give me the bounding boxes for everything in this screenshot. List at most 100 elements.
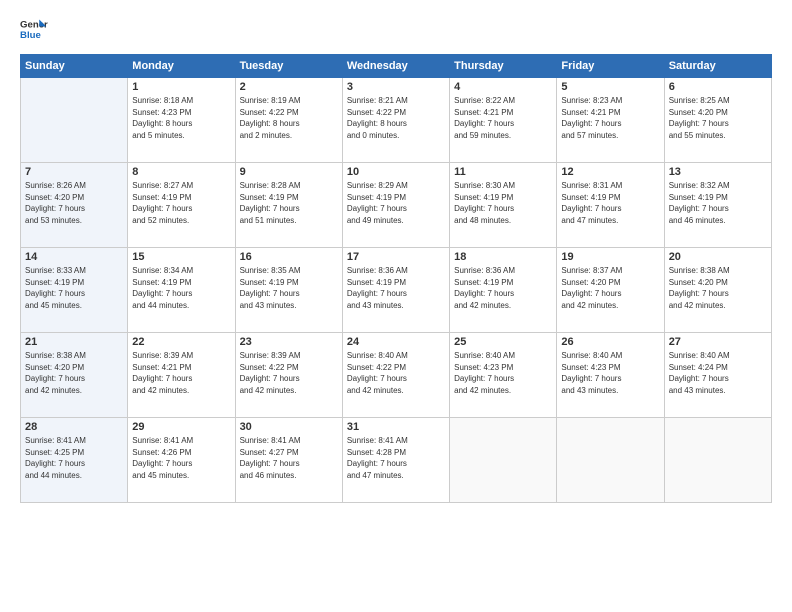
calendar-cell: 12Sunrise: 8:31 AMSunset: 4:19 PMDayligh… <box>557 163 664 248</box>
calendar-day-header: Friday <box>557 55 664 78</box>
cell-info: Sunrise: 8:39 AMSunset: 4:22 PMDaylight:… <box>240 350 338 396</box>
calendar-cell: 6Sunrise: 8:25 AMSunset: 4:20 PMDaylight… <box>664 78 771 163</box>
svg-text:Blue: Blue <box>20 30 41 41</box>
calendar-day-header: Wednesday <box>342 55 449 78</box>
cell-info: Sunrise: 8:33 AMSunset: 4:19 PMDaylight:… <box>25 265 123 311</box>
page-header: GeneralBlue <box>20 16 772 44</box>
calendar-day-header: Saturday <box>664 55 771 78</box>
day-number: 30 <box>240 421 338 433</box>
calendar-cell: 3 Sunrise: 8:21 AMSunset: 4:22 PMDaylight… <box>342 78 449 163</box>
cell-info: Sunrise: 8:31 AMSunset: 4:19 PMDaylight:… <box>561 180 659 226</box>
cell-info: Sunrise: 8:36 AMSunset: 4:19 PMDaylight:… <box>454 265 552 311</box>
day-number: 4 <box>454 81 552 93</box>
calendar-cell: 17Sunrise: 8:36 AMSunset: 4:19 PMDayligh… <box>342 248 449 333</box>
calendar-week-row: 21Sunrise: 8:38 AMSunset: 4:20 PMDayligh… <box>21 333 772 418</box>
day-number: 1 <box>132 81 230 93</box>
calendar-cell: 11 Sunrise: 8:30 AMSunset: 4:19 PMDayligh… <box>450 163 557 248</box>
calendar-cell: 23 Sunrise: 8:39 AMSunset: 4:22 PMDayligh… <box>235 333 342 418</box>
day-number: 6 <box>669 81 767 93</box>
calendar-table: SundayMondayTuesdayWednesdayThursdayFrid… <box>20 54 772 503</box>
calendar-cell <box>557 418 664 503</box>
cell-info: Sunrise: 8:22 AMSunset: 4:21 PMDaylight:… <box>454 95 552 141</box>
calendar-cell: 30Sunrise: 8:41 AMSunset: 4:27 PMDayligh… <box>235 418 342 503</box>
cell-info: Sunrise: 8:21 AMSunset: 4:22 PMDaylight:… <box>347 95 445 141</box>
cell-info: Sunrise: 8:34 AMSunset: 4:19 PMDaylight:… <box>132 265 230 311</box>
day-number: 25 <box>454 336 552 348</box>
cell-info: Sunrise: 8:41 AMSunset: 4:28 PMDaylight:… <box>347 435 445 481</box>
calendar-header-row: SundayMondayTuesdayWednesdayThursdayFrid… <box>21 55 772 78</box>
calendar-week-row: 1 Sunrise: 8:18 AMSunset: 4:23 PMDaylight… <box>21 78 772 163</box>
calendar-cell: 20 Sunrise: 8:38 AMSunset: 4:20 PMDayligh… <box>664 248 771 333</box>
calendar-cell: 1 Sunrise: 8:18 AMSunset: 4:23 PMDaylight… <box>128 78 235 163</box>
cell-info: Sunrise: 8:19 AMSunset: 4:22 PMDaylight:… <box>240 95 338 141</box>
calendar-cell: 2 Sunrise: 8:19 AMSunset: 4:22 PMDaylight… <box>235 78 342 163</box>
day-number: 7 <box>25 166 123 178</box>
day-number: 24 <box>347 336 445 348</box>
cell-info: Sunrise: 8:40 AMSunset: 4:22 PMDaylight:… <box>347 350 445 396</box>
calendar-cell: 4 Sunrise: 8:22 AMSunset: 4:21 PMDaylight… <box>450 78 557 163</box>
cell-info: Sunrise: 8:37 AMSunset: 4:20 PMDaylight:… <box>561 265 659 311</box>
cell-info: Sunrise: 8:23 AMSunset: 4:21 PMDaylight:… <box>561 95 659 141</box>
calendar-cell <box>664 418 771 503</box>
calendar-cell: 28Sunrise: 8:41 AMSunset: 4:25 PMDayligh… <box>21 418 128 503</box>
cell-info: Sunrise: 8:38 AMSunset: 4:20 PMDaylight:… <box>25 350 123 396</box>
day-number: 11 <box>454 166 552 178</box>
day-number: 19 <box>561 251 659 263</box>
calendar-cell: 7Sunrise: 8:26 AMSunset: 4:20 PMDaylight… <box>21 163 128 248</box>
day-number: 18 <box>454 251 552 263</box>
calendar-cell: 25 Sunrise: 8:40 AMSunset: 4:23 PMDayligh… <box>450 333 557 418</box>
calendar-cell: 9 Sunrise: 8:28 AMSunset: 4:19 PMDaylight… <box>235 163 342 248</box>
day-number: 8 <box>132 166 230 178</box>
day-number: 14 <box>25 251 123 263</box>
calendar-day-header: Tuesday <box>235 55 342 78</box>
cell-info: Sunrise: 8:40 AMSunset: 4:24 PMDaylight:… <box>669 350 767 396</box>
calendar-cell: 8 Sunrise: 8:27 AMSunset: 4:19 PMDaylight… <box>128 163 235 248</box>
calendar-cell: 18 Sunrise: 8:36 AMSunset: 4:19 PMDayligh… <box>450 248 557 333</box>
calendar-cell: 21Sunrise: 8:38 AMSunset: 4:20 PMDayligh… <box>21 333 128 418</box>
cell-info: Sunrise: 8:18 AMSunset: 4:23 PMDaylight:… <box>132 95 230 141</box>
day-number: 10 <box>347 166 445 178</box>
calendar-week-row: 28Sunrise: 8:41 AMSunset: 4:25 PMDayligh… <box>21 418 772 503</box>
calendar-day-header: Thursday <box>450 55 557 78</box>
calendar-cell: 26 Sunrise: 8:40 AMSunset: 4:23 PMDayligh… <box>557 333 664 418</box>
cell-info: Sunrise: 8:30 AMSunset: 4:19 PMDaylight:… <box>454 180 552 226</box>
calendar-cell: 15Sunrise: 8:34 AMSunset: 4:19 PMDayligh… <box>128 248 235 333</box>
day-number: 29 <box>132 421 230 433</box>
day-number: 28 <box>25 421 123 433</box>
calendar-cell: 19 Sunrise: 8:37 AMSunset: 4:20 PMDayligh… <box>557 248 664 333</box>
calendar-cell: 22 Sunrise: 8:39 AMSunset: 4:21 PMDayligh… <box>128 333 235 418</box>
day-number: 20 <box>669 251 767 263</box>
day-number: 3 <box>347 81 445 93</box>
day-number: 27 <box>669 336 767 348</box>
day-number: 26 <box>561 336 659 348</box>
day-number: 31 <box>347 421 445 433</box>
day-number: 9 <box>240 166 338 178</box>
calendar-cell: 13Sunrise: 8:32 AMSunset: 4:19 PMDayligh… <box>664 163 771 248</box>
cell-info: Sunrise: 8:27 AMSunset: 4:19 PMDaylight:… <box>132 180 230 226</box>
logo: GeneralBlue <box>20 16 48 44</box>
calendar-cell: 29 Sunrise: 8:41 AMSunset: 4:26 PMDayligh… <box>128 418 235 503</box>
day-number: 2 <box>240 81 338 93</box>
cell-info: Sunrise: 8:39 AMSunset: 4:21 PMDaylight:… <box>132 350 230 396</box>
calendar-week-row: 7Sunrise: 8:26 AMSunset: 4:20 PMDaylight… <box>21 163 772 248</box>
calendar-cell: 16Sunrise: 8:35 AMSunset: 4:19 PMDayligh… <box>235 248 342 333</box>
cell-info: Sunrise: 8:41 AMSunset: 4:26 PMDaylight:… <box>132 435 230 481</box>
calendar-day-header: Sunday <box>21 55 128 78</box>
calendar-day-header: Monday <box>128 55 235 78</box>
calendar-cell: 10Sunrise: 8:29 AMSunset: 4:19 PMDayligh… <box>342 163 449 248</box>
logo-icon: GeneralBlue <box>20 16 48 44</box>
cell-info: Sunrise: 8:28 AMSunset: 4:19 PMDaylight:… <box>240 180 338 226</box>
calendar-cell: 31 Sunrise: 8:41 AMSunset: 4:28 PMDayligh… <box>342 418 449 503</box>
calendar-cell: 14 Sunrise: 8:33 AMSunset: 4:19 PMDayligh… <box>21 248 128 333</box>
cell-info: Sunrise: 8:32 AMSunset: 4:19 PMDaylight:… <box>669 180 767 226</box>
cell-info: Sunrise: 8:40 AMSunset: 4:23 PMDaylight:… <box>454 350 552 396</box>
day-number: 16 <box>240 251 338 263</box>
cell-info: Sunrise: 8:40 AMSunset: 4:23 PMDaylight:… <box>561 350 659 396</box>
day-number: 17 <box>347 251 445 263</box>
calendar-cell <box>21 78 128 163</box>
day-number: 22 <box>132 336 230 348</box>
cell-info: Sunrise: 8:38 AMSunset: 4:20 PMDaylight:… <box>669 265 767 311</box>
day-number: 23 <box>240 336 338 348</box>
calendar-cell: 5Sunrise: 8:23 AMSunset: 4:21 PMDaylight… <box>557 78 664 163</box>
calendar-week-row: 14 Sunrise: 8:33 AMSunset: 4:19 PMDayligh… <box>21 248 772 333</box>
